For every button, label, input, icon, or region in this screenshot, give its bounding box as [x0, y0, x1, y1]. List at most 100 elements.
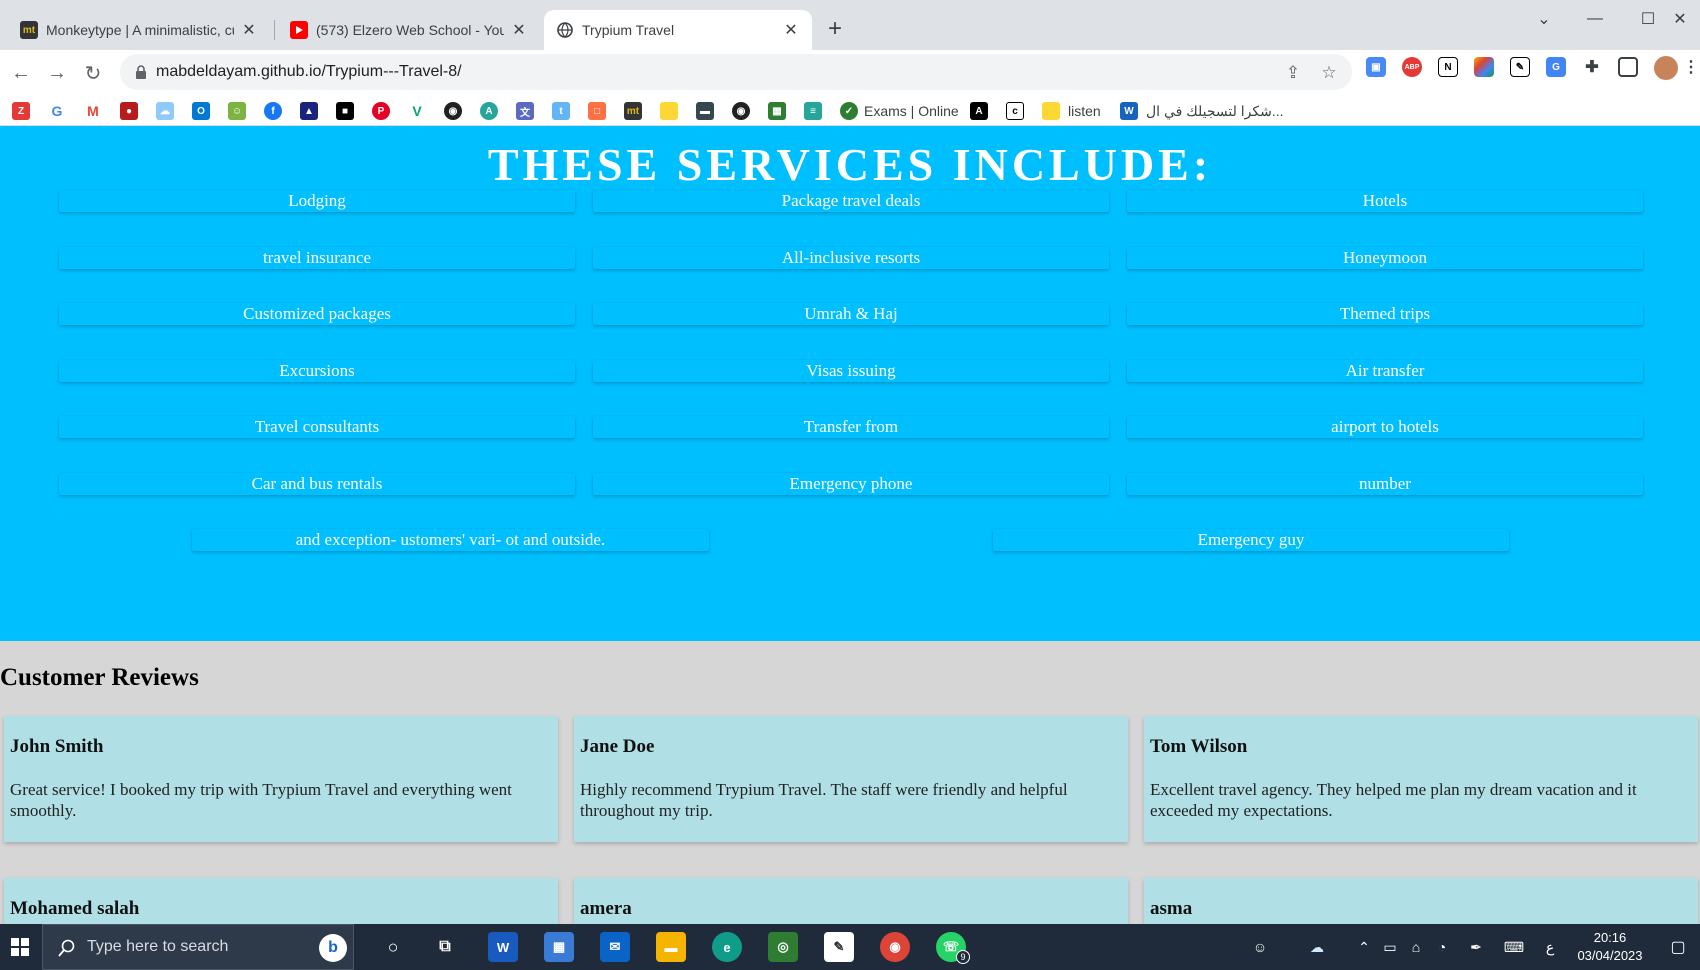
profile-avatar[interactable] — [1654, 56, 1678, 80]
t-bookmark-icon[interactable]: t — [552, 102, 570, 120]
battery-icon[interactable]: ▭ — [1380, 937, 1400, 957]
globe-bookmark-icon[interactable]: ◉ — [732, 102, 750, 120]
whatsapp-badge: 9 — [956, 950, 970, 964]
vue-bookmark-icon[interactable]: V — [408, 102, 426, 120]
chrome-app-icon[interactable]: ◉ — [880, 932, 910, 962]
black-bookmark-icon[interactable]: ■ — [336, 102, 354, 120]
notion-icon[interactable]: N — [1438, 57, 1458, 77]
review-text: Great service! I booked my trip with Try… — [10, 780, 512, 820]
new-tab-plus-icon[interactable]: + — [823, 15, 847, 42]
translate-icon[interactable]: G — [1546, 57, 1566, 77]
url-text: mabdeldayam.github.io/Trypium---Travel-8… — [156, 63, 462, 80]
service-item: Customized packages — [59, 303, 575, 325]
word-app-icon[interactable]: W — [488, 932, 518, 962]
task-view-icon[interactable]: ⧉ — [430, 932, 460, 962]
reload-icon[interactable]: ↻ — [80, 60, 106, 86]
minimize-icon[interactable]: — — [1575, 6, 1615, 32]
store-app-icon[interactable]: ▦ — [544, 932, 574, 962]
service-item: Honeymoon — [1127, 247, 1643, 269]
tab-search-chevron-icon[interactable]: ⌄ — [1524, 6, 1564, 32]
close-icon[interactable]: ✕ — [510, 21, 528, 39]
chat-bookmark-icon[interactable]: □ — [588, 102, 606, 120]
gmail-bookmark-icon[interactable]: M — [84, 102, 102, 120]
green-bookmark-icon[interactable]: ▦ — [768, 102, 786, 120]
reviews-title: Customer Reviews — [0, 664, 199, 691]
image-bookmark-icon[interactable]: ▲ — [300, 102, 318, 120]
bing-icon[interactable]: b — [319, 934, 347, 962]
outlook-bookmark-icon[interactable]: O — [192, 102, 210, 120]
window-close-icon[interactable]: ✕ — [1660, 6, 1700, 32]
dark-bookmark-icon[interactable]: ▬ — [696, 102, 714, 120]
check-bookmark-icon[interactable]: ✓ — [840, 102, 858, 120]
spy-bookmark-icon[interactable]: ● — [120, 102, 138, 120]
tray-chevron-up-icon[interactable]: ⌃ — [1354, 937, 1374, 957]
share-icon[interactable]: ⇪ — [1282, 62, 1304, 84]
extension-tv-icon[interactable]: ▣ — [1366, 57, 1386, 77]
notepad-app-icon[interactable]: ✎ — [824, 932, 854, 962]
tab-title: Trypium Travel — [582, 22, 675, 38]
bookmark-star-icon[interactable]: ☆ — [1318, 62, 1340, 84]
bookmark-exams-label[interactable]: Exams | Online — [864, 103, 959, 119]
close-icon[interactable]: ✕ — [240, 21, 258, 39]
c-bookmark-icon[interactable]: c — [1006, 102, 1024, 120]
review-card: asma — [1144, 878, 1698, 924]
kebab-menu-icon[interactable]: ⋮ — [1683, 57, 1699, 77]
people-tray-icon[interactable]: ☺ — [1250, 937, 1270, 957]
service-item: Emergency phone — [593, 473, 1109, 495]
youtube-favicon-icon — [290, 21, 308, 39]
tab-monkeytype[interactable]: mt Monkeytype | A minimalistic, cus ✕ — [8, 10, 270, 50]
wifi-icon[interactable]: ◔ — [1432, 937, 1452, 957]
edge-browser-icon[interactable]: e — [712, 932, 742, 962]
services-title: THESE SERVICES INCLUDE: — [487, 139, 1213, 190]
facebook-bookmark-icon[interactable]: f — [264, 102, 282, 120]
a-bookmark-icon[interactable]: A — [480, 102, 498, 120]
pinterest-bookmark-icon[interactable]: P — [372, 102, 390, 120]
keyboard-icon[interactable]: ⌨ — [1500, 937, 1528, 957]
network-icon[interactable]: ⌂ — [1406, 937, 1426, 957]
windows-taskbar: Type here to search b ○ ⧉ W ▦ ✉ ▬ e ◎ ✎ … — [0, 924, 1700, 970]
service-item: Lodging — [59, 190, 575, 212]
weather-cloud-icon[interactable]: ☁ — [1302, 937, 1332, 957]
tab-elzero-youtube[interactable]: (573) Elzero Web School - YouTu ✕ — [278, 10, 540, 50]
windows-start-icon[interactable] — [0, 924, 40, 970]
close-icon[interactable]: ✕ — [782, 21, 800, 39]
service-item: Hotels — [1127, 190, 1643, 212]
file-explorer-icon[interactable]: ▬ — [656, 932, 686, 962]
taskbar-search-box[interactable]: Type here to search b — [42, 924, 354, 970]
language-indicator[interactable]: ع — [1540, 937, 1560, 957]
service-item: and exception- ustomers' vari- ot and ou… — [192, 529, 709, 551]
tab-trypium-travel[interactable]: Trypium Travel ✕ — [544, 10, 812, 50]
folder-bookmark-icon[interactable] — [660, 102, 678, 120]
review-card: Tom Wilson Excellent travel agency. They… — [1144, 716, 1698, 842]
globe-icon — [556, 21, 574, 39]
taskbar-clock[interactable]: 20:16 03/04/2023 — [1560, 929, 1660, 965]
extension-pen-icon[interactable]: ✎ — [1510, 57, 1530, 77]
adblock-icon[interactable]: ABP — [1402, 57, 1422, 77]
teal-bookmark-icon[interactable]: ≡ — [804, 102, 822, 120]
pen-tray-icon[interactable]: ✒ — [1466, 937, 1486, 957]
extension-colorful-icon[interactable] — [1474, 57, 1494, 77]
forward-arrow-icon[interactable]: → — [44, 60, 70, 86]
address-bar[interactable]: mabdeldayam.github.io/Trypium---Travel-8… — [120, 54, 1352, 90]
mail-app-icon[interactable]: ✉ — [600, 932, 630, 962]
review-card: Jane Doe Highly recommend Trypium Travel… — [574, 716, 1128, 842]
people-bookmark-icon[interactable]: ☺ — [228, 102, 246, 120]
google-bookmark-icon[interactable]: G — [48, 102, 66, 120]
back-arrow-icon[interactable]: ← — [8, 60, 34, 86]
app-globe-icon[interactable]: ◎ — [768, 932, 798, 962]
monkeytype-bookmark-icon[interactable]: mt — [624, 102, 642, 120]
notifications-icon[interactable]: ▢ — [1668, 937, 1688, 957]
service-item: airport to hotels — [1127, 416, 1643, 438]
search-icon — [57, 938, 77, 958]
bookmark-listen-label[interactable]: listen — [1068, 103, 1101, 119]
side-panel-icon[interactable] — [1618, 57, 1638, 77]
globe-bookmark-icon[interactable]: ◉ — [444, 102, 462, 120]
extensions-puzzle-icon[interactable]: ✚ — [1582, 57, 1602, 77]
bookmark-arabic-label[interactable]: شكرا لتسجيلك في ال... — [1146, 103, 1284, 120]
cloud-bookmark-icon[interactable]: ☁ — [156, 102, 174, 120]
w-bookmark-icon[interactable]: W — [1120, 102, 1138, 120]
zoho-bookmark-icon[interactable]: Z — [12, 102, 30, 120]
translate-bookmark-icon[interactable]: 文 — [516, 102, 534, 120]
ai-bookmark-icon[interactable]: A — [970, 102, 988, 120]
cortana-circle-icon[interactable]: ○ — [378, 932, 408, 962]
